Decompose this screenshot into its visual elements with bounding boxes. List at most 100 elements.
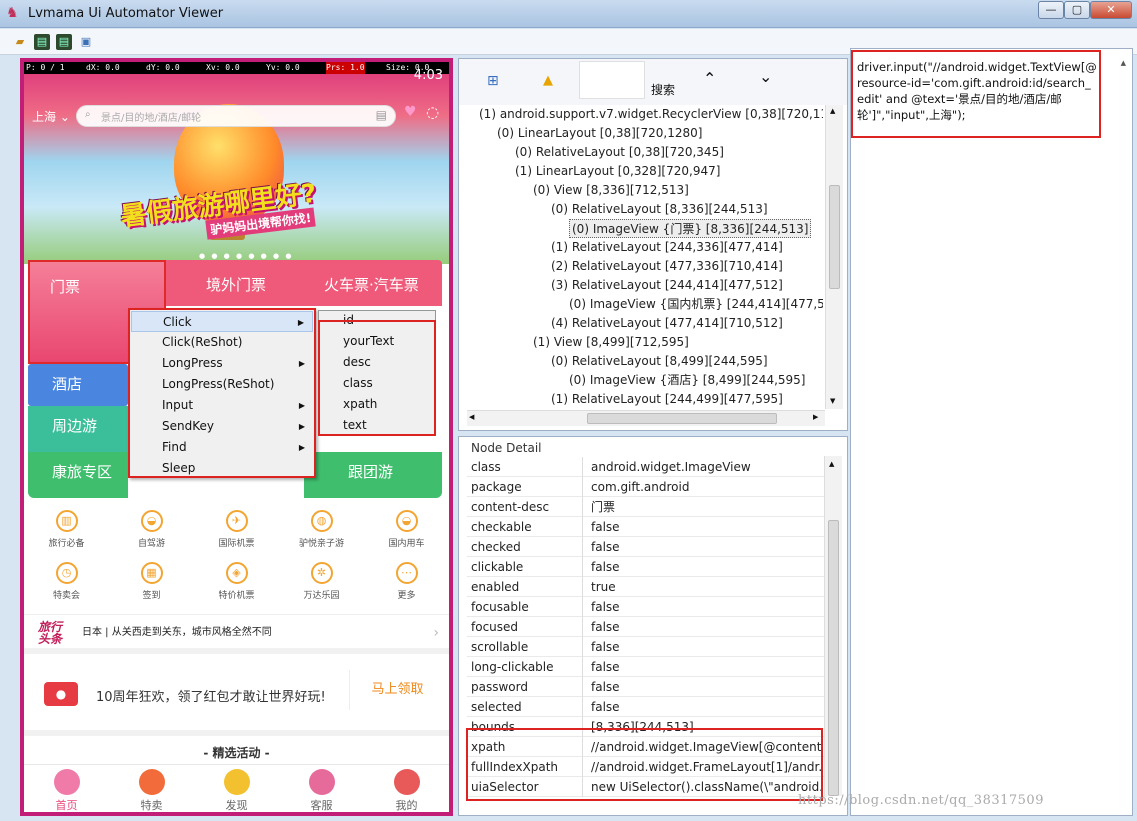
scroll-right-icon[interactable]: ▶ — [813, 413, 818, 421]
detail-value[interactable]: 门票 — [591, 497, 823, 517]
detail-value[interactable]: false — [591, 517, 823, 537]
tab-train-bus-tickets[interactable]: 火车票·汽车票 — [324, 274, 419, 295]
tree-node[interactable]: (0) RelativeLayout [8,336][244,513] — [551, 200, 768, 219]
quick-icon-item[interactable]: ◒ 国内用车 — [364, 510, 449, 549]
detail-row[interactable]: content-desc 门票 — [467, 497, 827, 517]
nav-item[interactable]: 首页 — [24, 767, 109, 812]
scan-icon[interactable]: ▤ — [376, 108, 387, 122]
detail-value[interactable]: true — [591, 577, 823, 597]
tab-tickets-label: 门票 — [50, 278, 81, 296]
tree-node[interactable]: (3) RelativeLayout [244,414][477,512] — [551, 276, 783, 295]
scroll-down-icon[interactable]: ▼ — [830, 397, 835, 405]
nav-item[interactable]: 特卖 — [109, 767, 194, 812]
hero-banner[interactable]: 暑假旅游哪里好? 驴妈妈出境帮你找! ● ● ● ● ● ● ● ● 上海 ⌄ … — [24, 74, 449, 264]
gift-icon[interactable]: ♥ — [404, 104, 417, 120]
search-next-icon[interactable]: ⌄ — [759, 67, 772, 86]
tree-node[interactable]: (0) LinearLayout [0,38][720,1280] — [497, 124, 702, 143]
nav-item[interactable]: 发现 — [194, 767, 279, 812]
tree-vscroll-thumb[interactable] — [829, 185, 840, 289]
quick-icon-item[interactable]: ◈ 特价机票 — [194, 562, 279, 601]
promo-banner[interactable]: ● 10周年狂欢，领了红包才敢让世界好玩! 马上领取 — [24, 662, 449, 722]
tree-node[interactable]: (1) LinearLayout [0,328][720,947] — [515, 162, 720, 181]
tree-horizontal-scrollbar[interactable]: ◀ ▶ — [467, 410, 825, 426]
maximize-button[interactable]: ▢ — [1064, 1, 1090, 19]
city-selector[interactable]: 上海 ⌄ — [32, 108, 70, 125]
quick-icon-item[interactable]: ⋯ 更多 — [364, 562, 449, 601]
detail-value[interactable]: false — [591, 697, 823, 717]
expand-all-icon[interactable]: ⊞ — [487, 73, 499, 89]
scroll-left-icon[interactable]: ◀ — [469, 413, 474, 421]
quick-icon-item[interactable]: ▥ 旅行必备 — [24, 510, 109, 549]
tree-node[interactable]: (0) ImageView {国内机票} [244,414][477,512] — [569, 295, 823, 314]
code-scroll-up-icon[interactable]: ▲ — [1121, 59, 1126, 67]
detail-value[interactable]: false — [591, 557, 823, 577]
detail-value[interactable]: false — [591, 637, 823, 657]
detail-row[interactable]: checkable false — [467, 517, 827, 537]
tree-node[interactable]: (1) RelativeLayout [244,499][477,595] — [551, 390, 783, 408]
tree-node[interactable]: (0) View [8,336][712,513] — [533, 181, 689, 200]
tree-hscroll-thumb[interactable] — [587, 413, 777, 424]
detail-vscroll-thumb[interactable] — [828, 520, 839, 796]
detail-value[interactable]: android.widget.ImageView — [591, 457, 823, 477]
tree-node[interactable]: (4) RelativeLayout [477,414][710,512] — [551, 314, 783, 333]
pointer-pressure: Prs: 1.0 — [326, 62, 365, 74]
tree-node[interactable]: (1) RelativeLayout [244,336][477,414] — [551, 238, 783, 257]
quick-icon-item[interactable]: ✈ 国际机票 — [194, 510, 279, 549]
grid-health-travel[interactable]: 康旅专区 — [28, 452, 128, 498]
travel-headline[interactable]: 旅行 头条 日本 | 从关西走到关东，城市风格全然不同 › — [24, 614, 449, 654]
detail-row[interactable]: clickable false — [467, 557, 827, 577]
quick-icon-item[interactable]: ✲ 万达乐园 — [279, 562, 364, 601]
tree-node[interactable]: (1) android.support.v7.widget.RecyclerVi… — [479, 105, 823, 124]
grid-around-trip[interactable]: 周边游 — [28, 406, 128, 452]
quick-icon-item[interactable]: ◷ 特卖会 — [24, 562, 109, 601]
detail-value[interactable]: false — [591, 537, 823, 557]
detail-row[interactable]: long-clickable false — [467, 657, 827, 677]
detail-row[interactable]: password false — [467, 677, 827, 697]
detail-vertical-scrollbar[interactable]: ▲ — [824, 456, 842, 796]
detail-value[interactable]: false — [591, 597, 823, 617]
tab-overseas-tickets[interactable]: 境外门票 — [206, 274, 266, 295]
device-screenshot-compressed-icon[interactable]: ▤ — [56, 34, 72, 50]
tree-node[interactable]: (0) ImageView {酒店} [8,499][244,595] — [569, 371, 805, 390]
save-icon[interactable]: ▣ — [78, 34, 94, 50]
search-prev-icon[interactable]: ⌃ — [703, 69, 716, 88]
warning-icon[interactable]: ▲ — [543, 73, 553, 88]
detail-row[interactable]: focused false — [467, 617, 827, 637]
tree-node[interactable]: (0) RelativeLayout [0,38][720,345] — [515, 143, 724, 162]
minimize-button[interactable]: — — [1038, 1, 1064, 19]
quick-icon-item[interactable]: ◒ 自驾游 — [109, 510, 194, 549]
promo-claim-button[interactable]: 马上领取 — [349, 670, 445, 710]
tree-node[interactable]: (0) ImageView {门票} [8,336][244,513] — [569, 219, 812, 238]
detail-row[interactable]: scrollable false — [467, 637, 827, 657]
grid-hotel[interactable]: 酒店 — [28, 364, 128, 406]
search-input[interactable]: ⌕ 景点/目的地/酒店/邮轮 ▤ — [76, 105, 396, 127]
detail-scroll-up-icon[interactable]: ▲ — [829, 460, 834, 468]
grid-group-tour[interactable]: 跟团游 — [304, 452, 442, 498]
nav-item[interactable]: 客服 — [279, 767, 364, 812]
detail-row[interactable]: selected false — [467, 697, 827, 717]
generated-code-panel[interactable]: driver.input("//android.widget.TextView[… — [850, 48, 1133, 816]
detail-row[interactable]: class android.widget.ImageView — [467, 457, 827, 477]
scroll-up-icon[interactable]: ▲ — [830, 107, 835, 115]
detail-row[interactable]: checked false — [467, 537, 827, 557]
tree-node[interactable]: (0) RelativeLayout [8,499][244,595] — [551, 352, 768, 371]
open-folder-icon[interactable]: ▰ — [12, 34, 28, 50]
tree-node[interactable]: (1) View [8,499][712,595] — [533, 333, 689, 352]
detail-row[interactable]: focusable false — [467, 597, 827, 617]
nav-item[interactable]: 我的 — [364, 767, 449, 812]
detail-row[interactable]: package com.gift.android — [467, 477, 827, 497]
tree-search-input[interactable] — [579, 61, 645, 99]
quick-icon-item[interactable]: ◍ 驴悦亲子游 — [279, 510, 364, 549]
tree-node[interactable]: (2) RelativeLayout [477,336][710,414] — [551, 257, 783, 276]
device-screenshot-icon[interactable]: ▤ — [34, 34, 50, 50]
close-button[interactable]: ✕ — [1090, 1, 1132, 19]
tree-vertical-scrollbar[interactable]: ▲ ▼ — [825, 105, 843, 409]
detail-value[interactable]: com.gift.android — [591, 477, 823, 497]
detail-row[interactable]: enabled true — [467, 577, 827, 597]
message-icon[interactable]: ◌ — [426, 103, 439, 121]
detail-value[interactable]: false — [591, 657, 823, 677]
quick-icons: ▥ 旅行必备 ◒ 自驾游 ✈ 国际机票 ◍ 驴悦亲子游 ◒ 国内用车 ◷ 特卖会 ▦ 签到 ◈ 特价机票 ✲ 万达… — [24, 502, 449, 607]
detail-value[interactable]: false — [591, 677, 823, 697]
quick-icon-item[interactable]: ▦ 签到 — [109, 562, 194, 601]
detail-value[interactable]: false — [591, 617, 823, 637]
